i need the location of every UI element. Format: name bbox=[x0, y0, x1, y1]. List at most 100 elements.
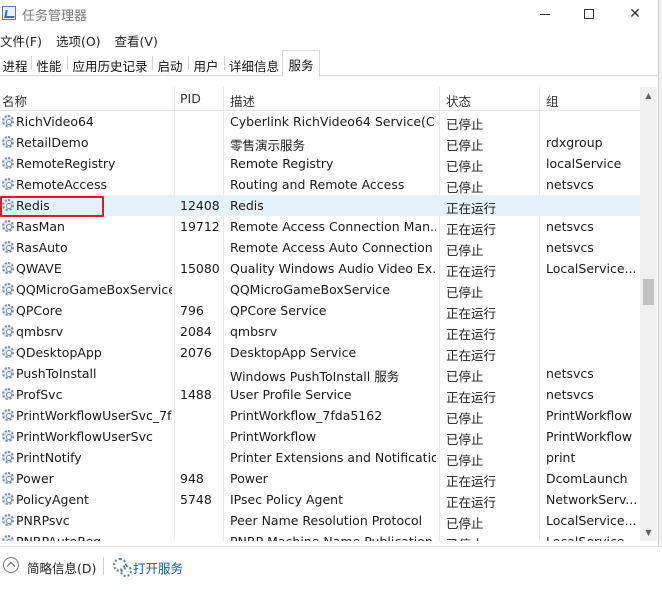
maximize-button[interactable] bbox=[566, 0, 612, 28]
scroll-down-arrow-icon[interactable]: ▼ bbox=[640, 524, 657, 541]
service-row[interactable]: RasMan 19712 Remote Access Connection Man.… bbox=[0, 216, 640, 237]
service-row[interactable]: PNRPsvc Peer Name Resolution Protocol 已停止 L… bbox=[0, 510, 640, 531]
service-status: 正在运行 bbox=[446, 264, 497, 279]
service-description: Power bbox=[230, 471, 268, 486]
tab-details[interactable]: 详细信息 bbox=[226, 52, 282, 76]
service-description: Printer Extensions and Notificatio... bbox=[230, 450, 436, 465]
service-status: 正在运行 bbox=[446, 201, 497, 216]
service-row[interactable]: PolicyAgent 5748 IPsec Policy Agent 正在运行 Net… bbox=[0, 489, 640, 510]
service-status: 已停止 bbox=[446, 516, 484, 531]
service-row[interactable]: RasAuto Remote Access Auto Connection ...… bbox=[0, 237, 640, 258]
service-gear-icon bbox=[2, 451, 14, 463]
service-status: 已停止 bbox=[446, 180, 484, 195]
close-icon: ✕ bbox=[629, 6, 641, 22]
service-row[interactable]: PrintWorkflowUserSvc PrintWorkflow 已停止 Prin… bbox=[0, 426, 640, 447]
service-description: PrintWorkflow_7fda5162 bbox=[230, 408, 383, 423]
service-gear-icon bbox=[2, 514, 14, 526]
menu-view[interactable]: 查看(V) bbox=[115, 28, 158, 50]
service-description: Routing and Remote Access bbox=[230, 177, 405, 192]
service-group: NetworkServ... bbox=[546, 492, 638, 507]
footer-divider bbox=[103, 557, 104, 575]
service-row[interactable]: PrintNotify Printer Extensions and Notifi… bbox=[0, 447, 640, 468]
service-gear-icon bbox=[2, 325, 14, 337]
service-status: 正在运行 bbox=[446, 348, 497, 363]
tab-users[interactable]: 用户 bbox=[190, 52, 222, 76]
service-gear-icon bbox=[2, 220, 14, 232]
service-gear-icon bbox=[2, 367, 14, 379]
service-name: QQMicroGameBoxService bbox=[16, 282, 172, 297]
service-name: ProfSvc bbox=[16, 387, 63, 402]
service-description: qmbsrv bbox=[230, 324, 278, 339]
service-name: QWAVE bbox=[16, 261, 62, 276]
service-description: Quality Windows Audio Video Ex... bbox=[230, 261, 436, 276]
scroll-thumb[interactable] bbox=[643, 279, 654, 305]
service-status: 已停止 bbox=[446, 159, 484, 174]
window-title: 任务管理器 bbox=[22, 9, 88, 24]
vertical-scrollbar[interactable]: ▲ ▼ bbox=[640, 87, 657, 541]
service-name: qmbsrv bbox=[16, 324, 64, 339]
service-pid: 12408 bbox=[180, 198, 220, 213]
service-description: Cyberlink RichVideo64 Service(C... bbox=[230, 114, 436, 129]
service-row[interactable]: RichVideo64 Cyberlink RichVideo64 Service… bbox=[0, 111, 640, 132]
service-name: QDesktopApp bbox=[16, 345, 102, 360]
service-group: LocalService... bbox=[546, 534, 638, 541]
service-name: RichVideo64 bbox=[16, 114, 94, 129]
tab-startup[interactable]: 启动 bbox=[154, 52, 186, 76]
service-status: 正在运行 bbox=[446, 390, 497, 405]
service-group: netsvcs bbox=[546, 177, 594, 192]
service-group: netsvcs bbox=[546, 387, 594, 402]
tab-processes[interactable]: 进程 bbox=[0, 52, 30, 76]
column-header: 名称 PID 描述 状态 组 bbox=[0, 87, 640, 111]
services-gear-icon[interactable] bbox=[112, 557, 132, 577]
service-status: 已停止 bbox=[446, 117, 484, 132]
service-row[interactable]: QPCore 796 QPCore Service 正在运行 bbox=[0, 300, 640, 321]
service-row[interactable]: PrintWorkflowUserSvc_7f... PrintWorkflow_… bbox=[0, 405, 640, 426]
close-button[interactable]: ✕ bbox=[612, 0, 658, 28]
menu-bar: 文件(F) 选项(O) 查看(V) bbox=[0, 28, 662, 50]
scroll-up-arrow-icon[interactable]: ▲ bbox=[640, 87, 657, 104]
service-row[interactable]: qmbsrv 2084 qmbsrv 正在运行 bbox=[0, 321, 640, 342]
tab-services[interactable]: 服务 bbox=[282, 50, 320, 77]
tab-app-history[interactable]: 应用历史记录 bbox=[69, 52, 151, 76]
service-row[interactable]: RetailDemo 零售演示服务 已停止 rdxgroup bbox=[0, 132, 640, 153]
service-row[interactable]: QWAVE 15080 Quality Windows Audio Video Ex… bbox=[0, 258, 640, 279]
service-pid: 2076 bbox=[180, 345, 212, 360]
service-gear-icon bbox=[2, 136, 14, 148]
service-row[interactable]: RemoteRegistry Remote Registry 已停止 localSer… bbox=[0, 153, 640, 174]
service-row[interactable]: QQMicroGameBoxService QQMicroGameBoxServi… bbox=[0, 279, 640, 300]
column-pid[interactable]: PID bbox=[180, 91, 201, 106]
service-status: 正在运行 bbox=[446, 495, 497, 510]
open-services-link[interactable]: 打开服务 bbox=[133, 558, 183, 577]
service-description: User Profile Service bbox=[230, 387, 352, 402]
service-group: netsvcs bbox=[546, 219, 594, 234]
service-row[interactable]: PNRPAutoReg PNRP Machine Name Publication… bbox=[0, 531, 640, 541]
column-description[interactable]: 描述 bbox=[230, 91, 255, 110]
service-group: print bbox=[546, 450, 576, 465]
service-gear-icon bbox=[2, 493, 14, 505]
service-row[interactable]: PushToInstall Windows PushToInstall 服务 已停止… bbox=[0, 363, 640, 384]
service-group: PrintWorkflow bbox=[546, 408, 633, 423]
chevron-up-icon[interactable] bbox=[3, 557, 19, 573]
minimize-button[interactable] bbox=[522, 0, 568, 28]
service-name: RasAuto bbox=[16, 240, 68, 255]
service-status: 已停止 bbox=[446, 369, 484, 384]
service-row[interactable]: RemoteAccess Routing and Remote Access 已停止… bbox=[0, 174, 640, 195]
column-name[interactable]: 名称 bbox=[2, 91, 27, 110]
service-gear-icon bbox=[2, 115, 14, 127]
menu-options[interactable]: 选项(O) bbox=[56, 28, 101, 50]
service-row[interactable]: ProfSvc 1488 User Profile Service 正在运行 netsv… bbox=[0, 384, 640, 405]
service-gear-icon bbox=[2, 283, 14, 295]
service-description: IPsec Policy Agent bbox=[230, 492, 343, 507]
fewer-details-link[interactable]: 简略信息(D) bbox=[27, 558, 96, 577]
service-pid: 796 bbox=[180, 303, 204, 318]
service-name: PNRPAutoReg bbox=[16, 534, 172, 541]
service-name: PrintWorkflowUserSvc bbox=[16, 429, 153, 444]
service-name: RemoteRegistry bbox=[16, 156, 116, 171]
tab-performance[interactable]: 性能 bbox=[33, 52, 65, 76]
column-group[interactable]: 组 bbox=[546, 91, 559, 110]
menu-file[interactable]: 文件(F) bbox=[0, 28, 42, 50]
column-status[interactable]: 状态 bbox=[446, 91, 471, 110]
service-description: Peer Name Resolution Protocol bbox=[230, 513, 423, 528]
service-row[interactable]: Power 948 Power 正在运行 DcomLaunch bbox=[0, 468, 640, 489]
service-row[interactable]: QDesktopApp 2076 DesktopApp Service 正在运行 bbox=[0, 342, 640, 363]
